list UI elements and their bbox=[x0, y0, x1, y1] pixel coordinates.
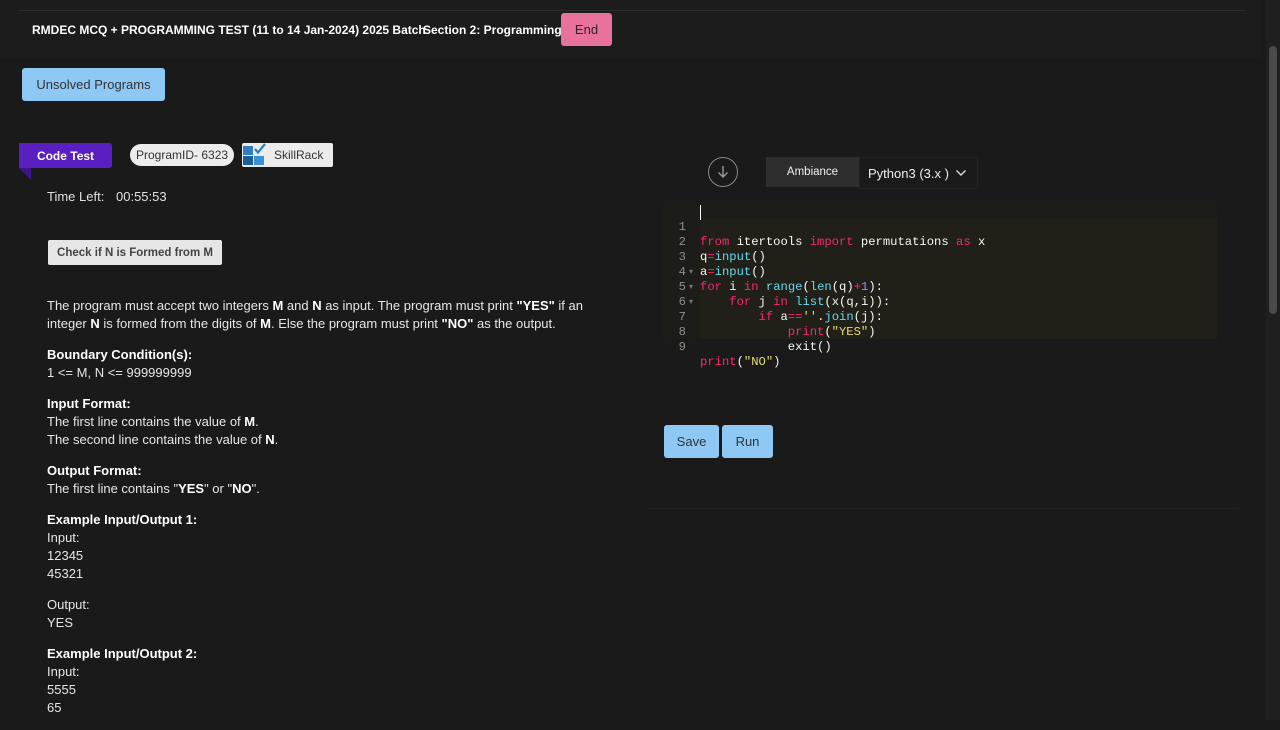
code-test-tag: Code Test bbox=[19, 143, 112, 168]
code-line: 3 a=input() bbox=[678, 250, 766, 279]
top-bar: RMDEC MCQ + PROGRAMMING TEST (11 to 14 J… bbox=[0, 0, 1262, 58]
skillrack-label: SkillRack bbox=[274, 148, 324, 162]
code-line: 5 ▾ for j in list(x(q,i)): bbox=[678, 280, 891, 309]
chevron-down-icon bbox=[956, 170, 966, 176]
divider bbox=[648, 508, 1238, 509]
test-title: RMDEC MCQ + PROGRAMMING TEST (11 to 14 J… bbox=[32, 23, 426, 37]
boundary-text: 1 <= M, N <= 999999999 bbox=[47, 365, 192, 380]
page-scrollbar[interactable] bbox=[1266, 0, 1280, 720]
example-1-input-1: 12345 bbox=[47, 548, 84, 563]
tag-ribbon-fold bbox=[19, 168, 31, 180]
output-format-section: Output Format: The first line contains "… bbox=[47, 462, 617, 498]
time-left-value: 00:55:53 bbox=[116, 189, 167, 204]
example-1-heading: Example Input/Output 1: bbox=[47, 512, 198, 527]
example-2-input-1: 5555 bbox=[47, 682, 76, 697]
output-line: The first line contains "YES" or "NO". bbox=[47, 481, 260, 496]
code-editor[interactable]: 1 from itertools import permutations as … bbox=[662, 204, 1217, 369]
code-line: 9 print("NO") bbox=[678, 340, 781, 369]
section-title: Section 2: Programming bbox=[423, 23, 562, 37]
skillrack-badge: SkillRack bbox=[242, 143, 333, 167]
code-line: 1 from itertools import permutations as … bbox=[662, 205, 1217, 249]
program-id-badge: ProgramID- 6323 bbox=[130, 144, 235, 166]
code-line: 2 q=input() bbox=[678, 235, 766, 264]
scrollbar-thumb[interactable] bbox=[1269, 46, 1277, 314]
language-select-value: Python3 (3.x ) bbox=[868, 165, 949, 181]
output-format-heading: Output Format: bbox=[47, 463, 142, 478]
code-line: 8 exit() bbox=[678, 325, 832, 354]
problem-statement: The program must accept two integers M a… bbox=[47, 297, 617, 730]
text-cursor bbox=[700, 205, 701, 220]
input-line-2: The second line contains the value of N. bbox=[47, 432, 279, 447]
example-1-input-label: Input: bbox=[47, 530, 80, 545]
example-1-input-2: 45321 bbox=[47, 566, 84, 581]
end-button[interactable]: End bbox=[561, 13, 612, 46]
example-1-output-section: Output: YES bbox=[47, 596, 617, 632]
example-1-output-label: Output: bbox=[47, 597, 90, 612]
unsolved-programs-button[interactable]: Unsolved Programs bbox=[22, 68, 165, 101]
boundary-section: Boundary Condition(s): 1 <= M, N <= 9999… bbox=[47, 346, 617, 382]
input-format-section: Input Format: The first line contains th… bbox=[47, 395, 617, 449]
problem-title[interactable]: Check if N is Formed from M bbox=[48, 240, 222, 265]
save-button[interactable]: Save bbox=[664, 425, 719, 458]
code-line: 7 print("YES") bbox=[678, 310, 876, 339]
problem-description: The program must accept two integers M a… bbox=[47, 298, 583, 331]
input-line-1: The first line contains the value of M. bbox=[47, 414, 259, 429]
example-2-heading: Example Input/Output 2: bbox=[47, 646, 198, 661]
language-select[interactable]: Python3 (3.x ) bbox=[859, 157, 978, 189]
boundary-heading: Boundary Condition(s): bbox=[47, 347, 193, 362]
example-1-output: YES bbox=[47, 615, 74, 630]
example-2-input-label: Input: bbox=[47, 664, 80, 679]
input-format-heading: Input Format: bbox=[47, 396, 131, 411]
divider bbox=[18, 10, 1246, 11]
skillrack-logo-icon bbox=[243, 143, 266, 165]
code-line: 4 ▾ for i in range(len(q)+1): bbox=[678, 265, 883, 294]
code-line: 6 ▾ if a==''.join(j): bbox=[678, 295, 883, 324]
time-left-label: Time Left: bbox=[47, 189, 105, 204]
example-2-section: Example Input/Output 2: Input: 5555 65 bbox=[47, 645, 617, 717]
example-1-section: Example Input/Output 1: Input: 12345 453… bbox=[47, 511, 617, 583]
theme-selector[interactable]: Ambiance bbox=[766, 157, 859, 187]
example-2-input-2: 65 bbox=[47, 700, 62, 715]
run-button[interactable]: Run bbox=[722, 425, 773, 458]
arrow-down-icon bbox=[718, 166, 728, 178]
scroll-down-icon[interactable] bbox=[708, 157, 738, 187]
